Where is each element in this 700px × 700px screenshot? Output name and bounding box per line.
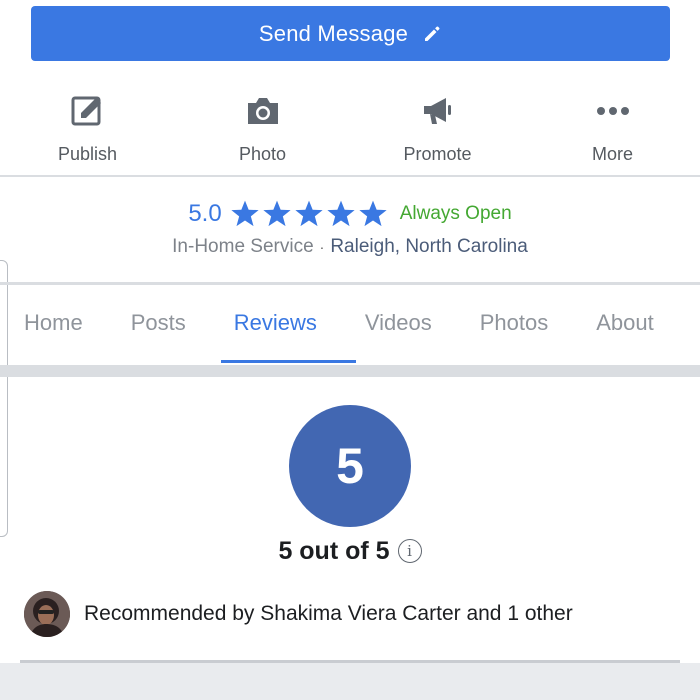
tab-posts[interactable]: Posts (131, 310, 186, 336)
publish-action[interactable]: Publish (0, 82, 175, 174)
more-icon (595, 90, 631, 132)
more-action[interactable]: More (525, 82, 700, 174)
tab-videos[interactable]: Videos (365, 310, 432, 336)
score-summary: 5 out of 5 i (0, 533, 700, 569)
star-icon (263, 200, 291, 227)
recommendation-row[interactable]: Recommended by Shakima Viera Carter and … (24, 590, 573, 638)
rating-stars (230, 200, 388, 228)
publish-label: Publish (57, 144, 118, 164)
rating-value: 5.0 (188, 200, 222, 227)
photo-action[interactable]: Photo (175, 82, 350, 174)
active-tab-indicator (221, 360, 356, 363)
avatar[interactable] (24, 591, 70, 637)
separator-dot: · (319, 239, 325, 255)
recommendation-text[interactable]: Recommended by Shakima Viera Carter and … (84, 602, 573, 626)
section-separator (0, 365, 700, 377)
megaphone-icon (420, 90, 456, 132)
pencil-icon (422, 24, 442, 44)
score-text: 5 out of 5 (278, 536, 390, 565)
send-message-button[interactable]: Send Message (31, 6, 670, 61)
rating-row: 5.0 Always Open (0, 196, 700, 232)
page-actions: Publish Photo Promote More (0, 82, 700, 174)
page-location[interactable]: Raleigh, North Carolina (330, 236, 528, 258)
star-icon (231, 200, 259, 227)
bottom-section-background (0, 663, 700, 700)
divider (0, 282, 700, 285)
send-message-label: Send Message (258, 20, 409, 46)
star-icon (295, 200, 323, 227)
edit-icon (70, 90, 106, 132)
photo-label: Photo (238, 144, 287, 164)
tab-home[interactable]: Home (24, 310, 83, 336)
tab-about[interactable]: About (596, 310, 654, 336)
info-icon[interactable]: i (397, 539, 422, 563)
tab-reviews[interactable]: Reviews (234, 310, 317, 336)
page-info-row: In-Home Service · Raleigh, North Carolin… (0, 234, 700, 260)
page-tabs: Home Posts Reviews Videos Photos About (24, 300, 654, 346)
side-drawer-handle[interactable] (0, 260, 8, 537)
rating-score-circle: 5 (289, 405, 411, 527)
more-label: More (591, 144, 633, 164)
promote-label: Promote (403, 144, 472, 164)
tab-photos[interactable]: Photos (480, 310, 549, 336)
promote-action[interactable]: Promote (350, 82, 525, 174)
divider (0, 175, 700, 177)
open-status: Always Open (399, 203, 512, 224)
page-category[interactable]: In-Home Service (172, 236, 314, 258)
camera-icon (245, 90, 281, 132)
star-icon (327, 200, 355, 227)
rating-score: 5 (336, 438, 364, 494)
star-icon (359, 200, 387, 227)
